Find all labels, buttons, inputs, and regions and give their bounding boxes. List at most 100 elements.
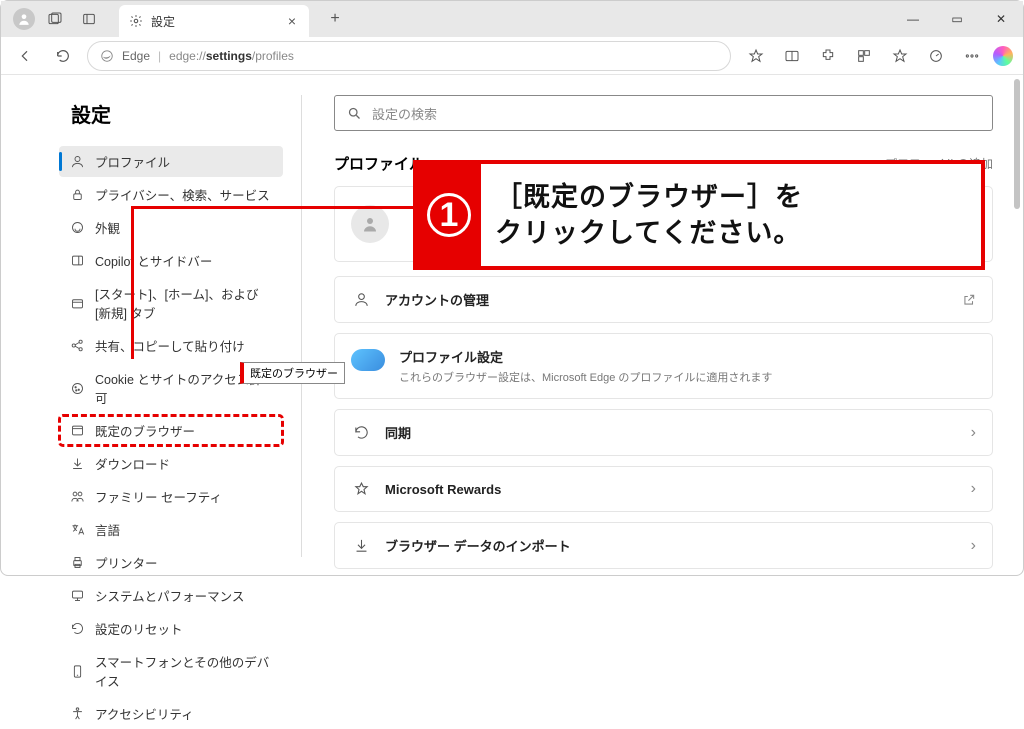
refresh-button[interactable]: [49, 42, 77, 70]
extensions-icon[interactable]: [813, 42, 843, 70]
tab-icon: [69, 295, 85, 311]
row-icon: [351, 424, 371, 441]
settings-row[interactable]: 同期›: [334, 409, 993, 456]
sidebar-item-system[interactable]: システムとパフォーマンス: [59, 580, 283, 611]
sidebar-item-label: 設定のリセット: [95, 619, 183, 638]
callout-number: 1: [417, 164, 481, 266]
callout-connector-h: [131, 206, 416, 209]
share-icon: [69, 338, 85, 354]
sidebar-item-tab[interactable]: [スタート]、[ホーム]、および [新規] タブ: [59, 278, 283, 328]
more-icon[interactable]: [957, 42, 987, 70]
sidebar-item-a11y[interactable]: アクセシビリティ: [59, 698, 283, 729]
address-bar[interactable]: Edge | edge://settings/profiles: [87, 41, 731, 71]
sidebar-item-label: スマートフォンとその他のデバイス: [95, 652, 273, 690]
callout-connector-v: [131, 206, 134, 359]
profile-heading: プロファイル: [334, 153, 424, 174]
sidebar-item-label: プロファイル: [95, 152, 170, 171]
sidebar-item-share[interactable]: 共有、コピーして貼り付け: [59, 330, 283, 361]
chevron-right-icon: ›: [971, 480, 976, 498]
sidebar-item-reset[interactable]: 設定のリセット: [59, 613, 283, 644]
sidebar-item-label: アクセシビリティ: [95, 704, 194, 723]
avatar-icon: [351, 205, 389, 243]
chevron-right-icon: ›: [971, 424, 976, 442]
user-icon: [69, 154, 85, 170]
collections-icon[interactable]: [849, 42, 879, 70]
browser-toolbar: Edge | edge://settings/profiles: [1, 37, 1023, 75]
sidebar-item-download[interactable]: ダウンロード: [59, 448, 283, 479]
performance-icon[interactable]: [921, 42, 951, 70]
new-tab-button[interactable]: +: [321, 10, 349, 28]
window-maximize[interactable]: ▭: [935, 1, 979, 37]
settings-row[interactable]: ブラウザー データのインポート›: [334, 522, 993, 569]
split-screen-icon[interactable]: [777, 42, 807, 70]
copilot-icon[interactable]: [993, 46, 1013, 66]
instruction-callout: 1 ［既定のブラウザー］をクリックしてください。: [413, 160, 985, 270]
sidebar-item-family[interactable]: ファミリー セーフティ: [59, 481, 283, 512]
sidebar-icon: [69, 253, 85, 269]
row-profile-settings-info: プロファイル設定 これらのブラウザー設定は、Microsoft Edge のプロ…: [334, 333, 993, 399]
sidebar-item-label: ダウンロード: [95, 454, 170, 473]
settings-row[interactable]: Microsoft Rewards›: [334, 466, 993, 512]
browser-icon: [69, 423, 85, 439]
url-text: edge://settings/profiles: [169, 49, 294, 63]
gear-icon: [129, 14, 143, 28]
sidebar-item-label: プリンター: [95, 553, 158, 572]
row-icon: [351, 481, 371, 498]
window-minimize[interactable]: —: [891, 1, 935, 37]
account-icon: [351, 291, 371, 308]
paint-icon: [69, 220, 85, 236]
scrollbar[interactable]: [1014, 79, 1020, 209]
phone-icon: [69, 663, 85, 679]
profile-settings-icon: [351, 349, 385, 371]
tab-title: 設定: [151, 13, 277, 30]
sidebar-item-paint[interactable]: 外観: [59, 212, 283, 243]
edge-icon: [100, 49, 114, 63]
sidebar-item-label: ファミリー セーフティ: [95, 487, 222, 506]
favorites-bar-icon[interactable]: [885, 42, 915, 70]
sidebar-item-label: プライバシー、検索、サービス: [95, 185, 270, 204]
external-link-icon: [962, 293, 976, 307]
sidebar-item-label: 既定のブラウザー: [95, 421, 195, 440]
family-icon: [69, 489, 85, 505]
workspaces-icon[interactable]: [41, 5, 69, 33]
sidebar-item-label: [スタート]、[ホーム]、および [新規] タブ: [95, 284, 273, 322]
sidebar-title: 設定: [71, 99, 283, 128]
sidebar-item-label: 共有、コピーして貼り付け: [95, 336, 245, 355]
url-brand: Edge: [122, 49, 150, 63]
back-button[interactable]: [11, 42, 39, 70]
download-icon: [69, 456, 85, 472]
cookie-icon: [69, 380, 85, 396]
sidebar-item-lang[interactable]: 言語: [59, 514, 283, 545]
sidebar-item-label: Copilot とサイドバー: [95, 251, 212, 270]
printer-icon: [69, 555, 85, 571]
row-icon: [351, 537, 371, 554]
sidebar-item-browser[interactable]: 既定のブラウザー: [59, 415, 283, 446]
favorite-icon[interactable]: [741, 42, 771, 70]
settings-sidebar: 設定 プロファイルプライバシー、検索、サービス外観 Copilot とサイドバー […: [1, 75, 301, 577]
sidebar-item-label: 外観: [95, 218, 120, 237]
callout-message: ［既定のブラウザー］をクリックしてください。: [481, 179, 981, 252]
chevron-right-icon: ›: [971, 537, 976, 555]
window-close[interactable]: ✕: [979, 1, 1023, 37]
sidebar-item-label: 言語: [95, 520, 120, 539]
sidebar-item-user[interactable]: プロファイル: [59, 146, 283, 177]
sidebar-item-label: システムとパフォーマンス: [95, 586, 244, 605]
search-placeholder: 設定の検索: [372, 104, 437, 123]
tab-actions-icon[interactable]: [75, 5, 103, 33]
settings-search[interactable]: 設定の検索: [334, 95, 993, 131]
lang-icon: [69, 522, 85, 538]
system-icon: [69, 588, 85, 604]
browser-tab-settings[interactable]: 設定 ×: [119, 5, 309, 37]
sidebar-tooltip: 既定のブラウザー: [240, 362, 345, 384]
window-titlebar: 設定 × + — ▭ ✕: [1, 1, 1023, 37]
search-icon: [347, 106, 362, 121]
reset-icon: [69, 621, 85, 637]
sidebar-item-printer[interactable]: プリンター: [59, 547, 283, 578]
row-account-manage[interactable]: アカウントの管理: [334, 276, 993, 323]
lock-icon: [69, 187, 85, 203]
close-tab-icon[interactable]: ×: [285, 13, 299, 29]
settings-main: 設定の検索 プロファイル プロファイルの追加 アカウントの管理 プロファイル設定…: [302, 75, 1023, 577]
sidebar-item-sidebar[interactable]: Copilot とサイドバー: [59, 245, 283, 276]
sidebar-item-phone[interactable]: スマートフォンとその他のデバイス: [59, 646, 283, 696]
profile-avatar-button[interactable]: [13, 8, 35, 30]
